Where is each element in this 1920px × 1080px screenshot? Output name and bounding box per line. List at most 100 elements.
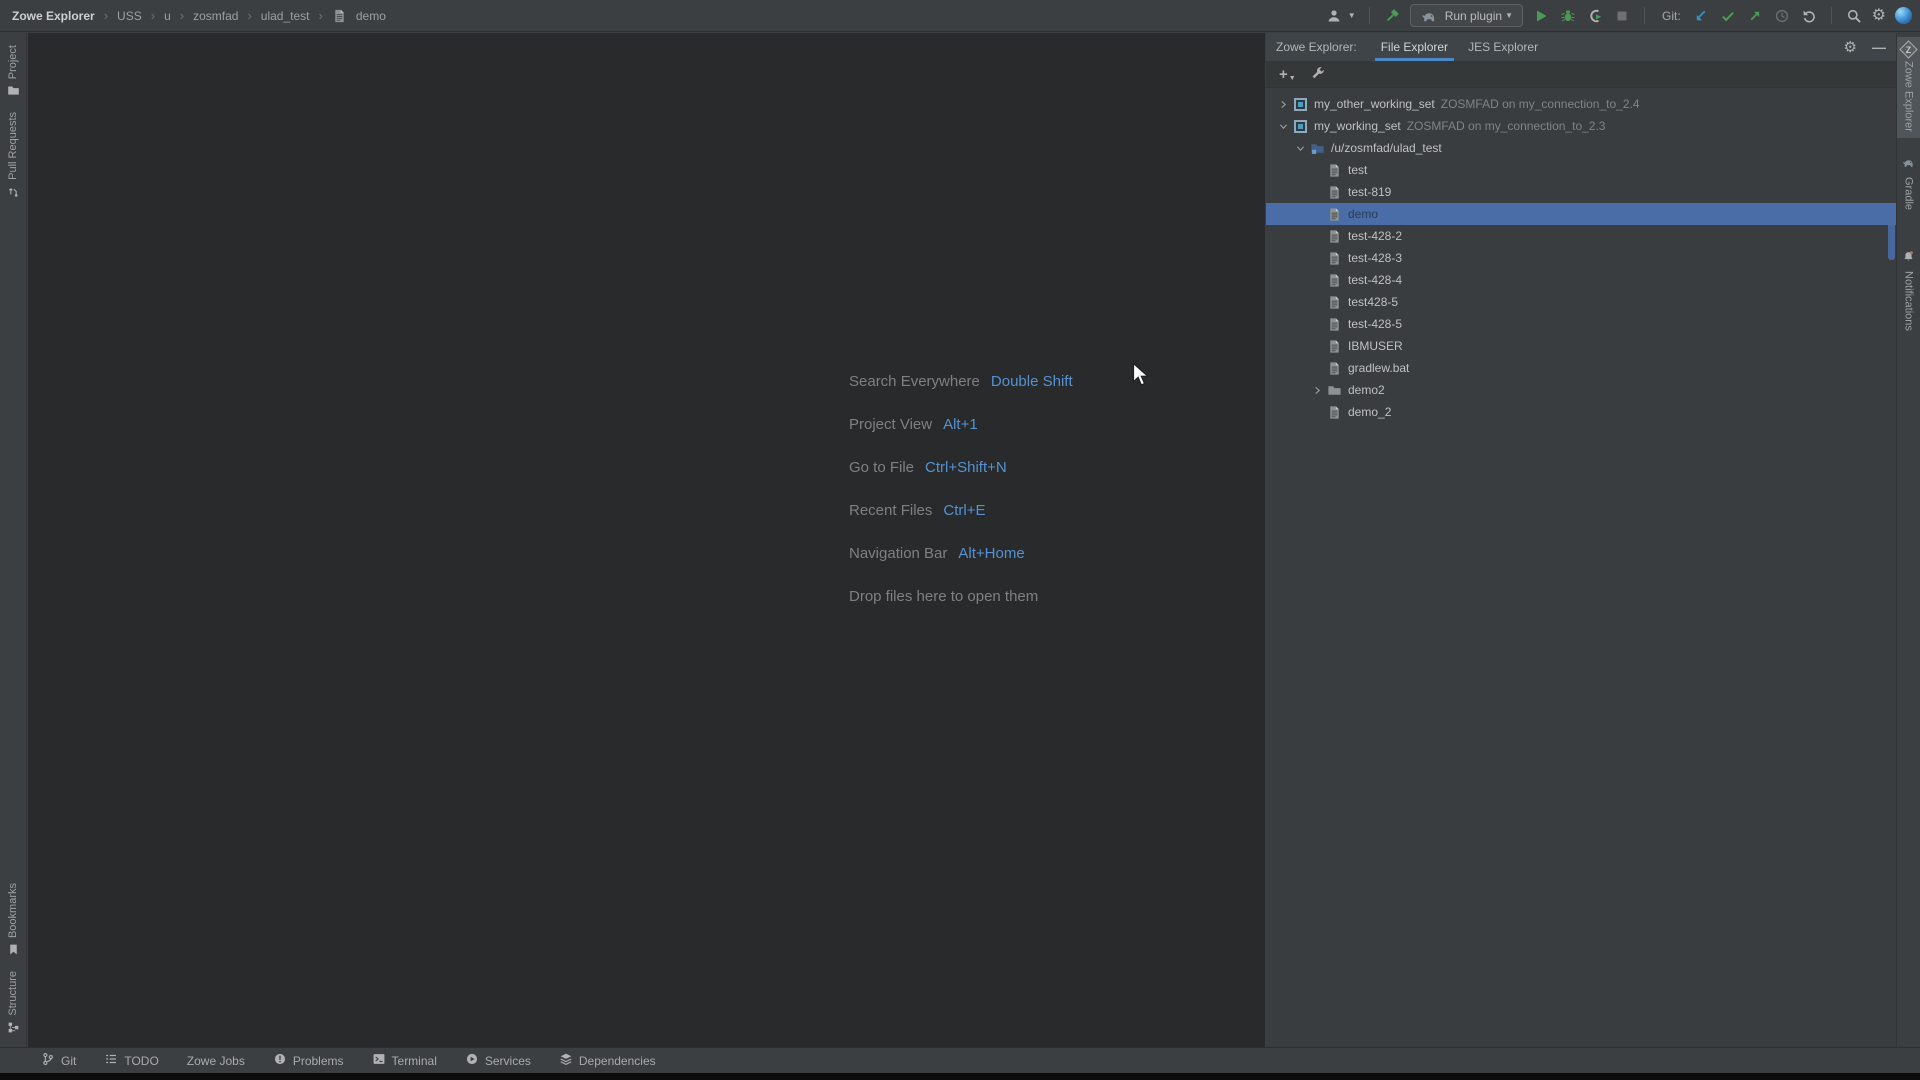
- breadcrumb-item-uss[interactable]: USS: [117, 9, 142, 23]
- panel-settings-gear-icon[interactable]: ⚙: [1844, 40, 1857, 55]
- pull-request-icon: [7, 185, 20, 201]
- gradle-icon: [1420, 7, 1438, 25]
- git-commit-button[interactable]: [1719, 7, 1737, 25]
- toolwindow-button-problems[interactable]: Problems: [259, 1048, 358, 1073]
- tree-item-label: demo_2: [1348, 405, 1391, 419]
- tree-row-test-428-2[interactable]: test-428-2: [1266, 225, 1896, 247]
- folder-icon: [1326, 382, 1342, 398]
- shortcut-keys: Alt+Home: [958, 545, 1024, 562]
- tree-item-profile-info: ZOSMFAD on my_connection_to_2.3: [1407, 119, 1606, 133]
- editor-empty-area[interactable]: Search Everywhere Double Shift Project V…: [28, 33, 1265, 1047]
- sidebar-item-bookmarks[interactable]: Bookmarks: [7, 877, 20, 965]
- toolwindow-button-terminal[interactable]: Terminal: [358, 1048, 451, 1073]
- history-button[interactable]: [1773, 7, 1791, 25]
- sidebar-item-pull-requests[interactable]: Pull Requests: [7, 106, 20, 207]
- tree-row-test-819[interactable]: test-819: [1266, 181, 1896, 203]
- stop-button[interactable]: [1613, 7, 1631, 25]
- tree-row-test-428-5[interactable]: test-428-5: [1266, 313, 1896, 335]
- chevron-right-icon[interactable]: [1274, 99, 1292, 110]
- shortcut-row: Search Everywhere Double Shift: [849, 373, 1073, 390]
- wrench-icon[interactable]: [1309, 65, 1327, 83]
- todo-list-icon: [104, 1052, 118, 1069]
- minimize-panel-icon[interactable]: —: [1872, 40, 1886, 54]
- uss-file-icon: [1326, 338, 1342, 354]
- zowe-badge-icon: Z: [1902, 43, 1915, 56]
- shortcut-label: Drop files here to open them: [849, 588, 1038, 605]
- user-icon[interactable]: [1325, 7, 1343, 25]
- ide-window: Zowe Explorer›USS›u›zosmfad›ulad_test›de…: [0, 0, 1920, 1080]
- toolwindow-button-todo[interactable]: TODO: [90, 1048, 172, 1073]
- run-configuration-select[interactable]: Run plugin ▼: [1410, 4, 1523, 27]
- breadcrumb-item-demo[interactable]: demo: [356, 9, 386, 23]
- breadcrumb-separator-icon: ›: [104, 8, 108, 23]
- chevron-right-icon[interactable]: [1308, 385, 1326, 396]
- shortcut-label: Project View: [849, 416, 932, 433]
- tree-row-gradlew-bat[interactable]: gradlew.bat: [1266, 357, 1896, 379]
- structure-icon: [7, 1021, 20, 1037]
- uss-file-icon: [1326, 404, 1342, 420]
- sidebar-item-project[interactable]: Project: [7, 39, 20, 106]
- right-stripe-group: ZZowe Explorer Gradle Notifications: [1897, 37, 1920, 337]
- shortcut-row: Navigation Bar Alt+Home: [849, 545, 1073, 562]
- chevron-down-icon[interactable]: [1291, 143, 1309, 154]
- uss-file-icon: [1326, 228, 1342, 244]
- sidebar-item-zowe-explorer[interactable]: ZZowe Explorer: [1897, 37, 1920, 138]
- git-branch-icon: [41, 1052, 55, 1069]
- breadcrumb-item-zowe-explorer[interactable]: Zowe Explorer: [12, 9, 95, 23]
- sidebar-item-structure[interactable]: Structure: [7, 965, 20, 1043]
- tree-item-label: test-819: [1348, 185, 1391, 199]
- tree-row-test[interactable]: test: [1266, 159, 1896, 181]
- search-everywhere-icon[interactable]: [1845, 7, 1863, 25]
- chevron-down-icon[interactable]: [1274, 121, 1292, 132]
- breadcrumb-item-zosmfad[interactable]: zosmfad: [193, 9, 238, 23]
- settings-gear-icon[interactable]: ⚙: [1872, 8, 1886, 24]
- build-hammer-icon[interactable]: [1383, 7, 1401, 25]
- toolwindow-button-dependencies[interactable]: Dependencies: [545, 1048, 670, 1073]
- tree-row-my-working-set[interactable]: my_working_setZOSMFAD on my_connection_t…: [1266, 115, 1896, 137]
- tree-item-label: test: [1348, 163, 1367, 177]
- keyboard-shortcuts-hint: Search Everywhere Double Shift Project V…: [849, 373, 1073, 605]
- tree-item-label: test-428-2: [1348, 229, 1402, 243]
- sidebar-item-gradle[interactable]: Gradle: [1902, 150, 1915, 216]
- sidebar-item-notifications[interactable]: Notifications: [1902, 244, 1915, 337]
- run-coverage-button[interactable]: [1586, 7, 1604, 25]
- shortcut-label: Navigation Bar: [849, 545, 947, 562]
- breadcrumb-separator-icon: ›: [247, 8, 251, 23]
- tree-row-test428-5[interactable]: test428-5: [1266, 291, 1896, 313]
- tree-row-test-428-4[interactable]: test-428-4: [1266, 269, 1896, 291]
- breadcrumb-item-u[interactable]: u: [164, 9, 171, 23]
- debug-button[interactable]: [1559, 7, 1577, 25]
- breadcrumb-separator-icon: ›: [151, 8, 155, 23]
- tree-scrollbar-thumb[interactable]: [1888, 208, 1895, 260]
- toolwindow-button-zowe-jobs[interactable]: Zowe Jobs: [173, 1048, 259, 1073]
- run-configuration-label: Run plugin: [1445, 9, 1502, 23]
- tree-row-demo[interactable]: demo: [1266, 203, 1896, 225]
- uss-file-icon: [1326, 360, 1342, 376]
- toolwindow-button-git[interactable]: Git: [27, 1048, 90, 1073]
- git-push-button[interactable]: [1746, 7, 1764, 25]
- breadcrumb-item-ulad-test[interactable]: ulad_test: [261, 9, 310, 23]
- panel-window-controls: ⚙ —: [1844, 40, 1896, 55]
- tree-row-my-other-working-set[interactable]: my_other_working_setZOSMFAD on my_connec…: [1266, 93, 1896, 115]
- tree-row-demo-2[interactable]: demo_2: [1266, 401, 1896, 423]
- toolbar-divider: [1369, 7, 1370, 24]
- toolwindow-button-services[interactable]: Services: [451, 1048, 545, 1073]
- add-profile-button[interactable]: +▼: [1279, 66, 1296, 83]
- tab-file-explorer[interactable]: File Explorer: [1371, 33, 1458, 61]
- git-update-button[interactable]: [1692, 7, 1710, 25]
- run-button[interactable]: [1532, 7, 1550, 25]
- left-stripe-bottom-group: BookmarksStructure: [0, 877, 26, 1043]
- tree-row--u-zosmfad-ulad-test[interactable]: /u/zosmfad/ulad_test: [1266, 137, 1896, 159]
- tree-row-test-428-3[interactable]: test-428-3: [1266, 247, 1896, 269]
- breadcrumb-separator-icon: ›: [319, 8, 323, 23]
- rollback-button[interactable]: [1800, 7, 1818, 25]
- gradle-elephant-icon: [1902, 156, 1915, 172]
- toolwindow-button-label: Problems: [293, 1054, 344, 1068]
- ide-sphere-icon[interactable]: [1895, 7, 1912, 24]
- tree-row-ibmuser[interactable]: IBMUSER: [1266, 335, 1896, 357]
- bookmark-icon: [7, 943, 20, 959]
- tree-row-demo2[interactable]: demo2: [1266, 379, 1896, 401]
- uss-file-icon: [1326, 206, 1342, 222]
- file-icon: [332, 7, 347, 25]
- tab-jes-explorer[interactable]: JES Explorer: [1458, 33, 1548, 61]
